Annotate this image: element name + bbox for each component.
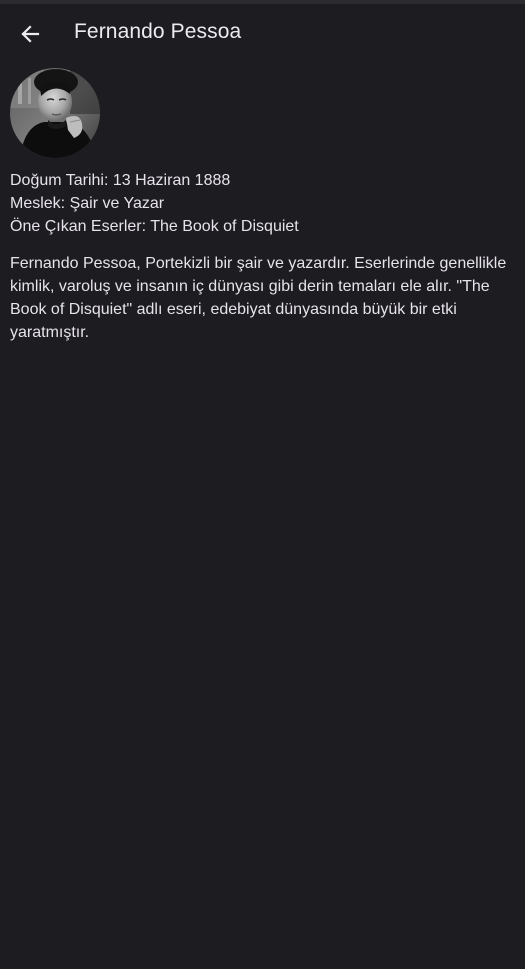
birth-date-text: Doğum Tarihi: 13 Haziran 1888	[10, 172, 231, 189]
page-title: Fernando Pessoa	[74, 20, 242, 43]
author-detail-screen: Fernando Pessoa Doğum Tarihi: 13 Haziran…	[0, 0, 525, 969]
app-bar: Fernando Pessoa	[0, 4, 525, 64]
author-content: Doğum Tarihi: 13 Haziran 1888 Meslek: Şa…	[10, 68, 518, 344]
author-bio: Fernando Pessoa, Portekizli bir şair ve …	[10, 255, 507, 341]
author-avatar	[10, 68, 100, 158]
arrow-back-icon	[20, 24, 40, 44]
occupation-text: Meslek: Şair ve Yazar	[10, 195, 165, 212]
notable-works-text: Öne Çıkan Eserler: The Book of Disquiet	[10, 218, 299, 235]
author-portrait	[10, 68, 100, 158]
back-button[interactable]	[10, 14, 50, 54]
author-details: Doğum Tarihi: 13 Haziran 1888 Meslek: Şa…	[10, 169, 518, 238]
